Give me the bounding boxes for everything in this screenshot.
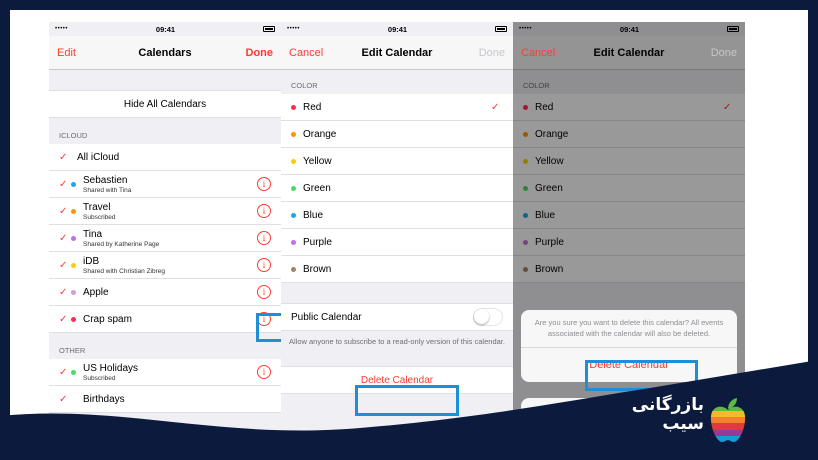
brand-logo: بازرگانی سیب bbox=[624, 396, 704, 434]
done-button[interactable]: Done bbox=[246, 47, 274, 59]
cancel-button[interactable]: Cancel bbox=[521, 47, 555, 59]
done-button[interactable]: Done bbox=[711, 47, 737, 59]
apple-logo-icon bbox=[710, 398, 746, 442]
done-button[interactable]: Done bbox=[479, 47, 505, 59]
edit-button[interactable]: Edit bbox=[57, 47, 76, 59]
footer-wave bbox=[0, 360, 818, 460]
cancel-button[interactable]: Cancel bbox=[289, 47, 323, 59]
brand-line-1: بازرگانی bbox=[631, 395, 704, 415]
brand-line-2: سیب bbox=[662, 414, 704, 434]
